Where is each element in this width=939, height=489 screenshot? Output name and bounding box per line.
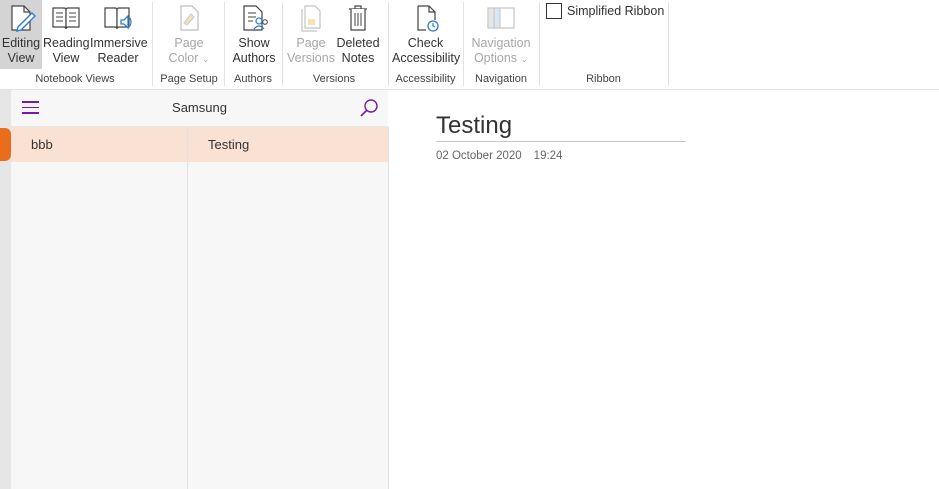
group-label-ribbon: Ribbon	[586, 73, 621, 85]
immersive-reader-button[interactable]: Immersive Reader	[90, 0, 148, 69]
navigation-options-button[interactable]: Navigation Options ⌄	[468, 0, 534, 69]
page-datetime: 02 October 2020 19:24	[436, 150, 562, 162]
group-separator	[388, 2, 389, 86]
group-label-versions: Versions	[312, 73, 356, 85]
group-separator	[152, 2, 153, 86]
navigation-options-icon	[487, 7, 515, 29]
trash-icon	[349, 5, 367, 31]
group-separator	[224, 2, 225, 86]
group-label-navigation: Navigation	[475, 73, 527, 85]
notebook-name[interactable]: Samsung	[11, 100, 388, 115]
page-title[interactable]: Testing	[436, 110, 686, 142]
reading-view-button[interactable]: Reading View	[43, 0, 90, 69]
page-item-label: Testing	[208, 137, 250, 152]
group-separator	[668, 2, 669, 86]
reading-view-icon	[52, 7, 80, 30]
ribbon: Editing View Reading View Immersive Reader …	[0, 0, 939, 90]
check-accessibility-icon	[416, 5, 439, 32]
show-authors-button[interactable]: Show Authors	[229, 0, 279, 69]
editing-view-icon	[11, 5, 36, 32]
group-label-accessibility: Accessibility	[395, 73, 456, 85]
search-icon[interactable]	[358, 97, 380, 119]
page-versions-icon	[301, 5, 321, 32]
deleted-notes-button[interactable]: Deleted Notes	[335, 0, 381, 69]
group-label-notebook-views: Notebook Views	[35, 73, 115, 85]
section-color-tab[interactable]	[0, 128, 11, 161]
simplified-ribbon-checkbox[interactable]	[546, 3, 562, 19]
page-time: 19:24	[533, 150, 563, 162]
immersive-reader-icon	[104, 7, 132, 30]
page-item[interactable]: Testing	[188, 127, 388, 162]
page-versions-button[interactable]: Page Versions	[287, 0, 335, 69]
show-authors-icon	[243, 5, 268, 31]
editing-view-button[interactable]: Editing View	[0, 0, 42, 69]
group-label-authors: Authors	[234, 73, 272, 85]
chevron-down-icon: ⌄	[520, 54, 529, 64]
page-color-button[interactable]: Page Color ⌄	[158, 0, 220, 69]
page-list: Testing	[188, 127, 389, 489]
group-label-page-setup: Page Setup	[160, 73, 218, 85]
section-item[interactable]: bbb	[11, 127, 187, 162]
check-accessibility-button[interactable]: Check Accessibility	[392, 0, 460, 69]
page-color-icon	[180, 5, 199, 31]
group-separator	[282, 2, 283, 86]
navigation-header: Samsung	[11, 90, 388, 127]
section-list: bbb	[11, 127, 188, 489]
simplified-ribbon-label: Simplified Ribbon	[567, 4, 665, 18]
group-separator	[539, 2, 540, 86]
simplified-ribbon-toggle[interactable]: Simplified Ribbon	[546, 3, 664, 19]
group-separator	[463, 2, 464, 86]
page-date: 02 October 2020	[436, 150, 522, 162]
section-label: bbb	[31, 137, 53, 152]
chevron-down-icon: ⌄	[201, 54, 210, 64]
